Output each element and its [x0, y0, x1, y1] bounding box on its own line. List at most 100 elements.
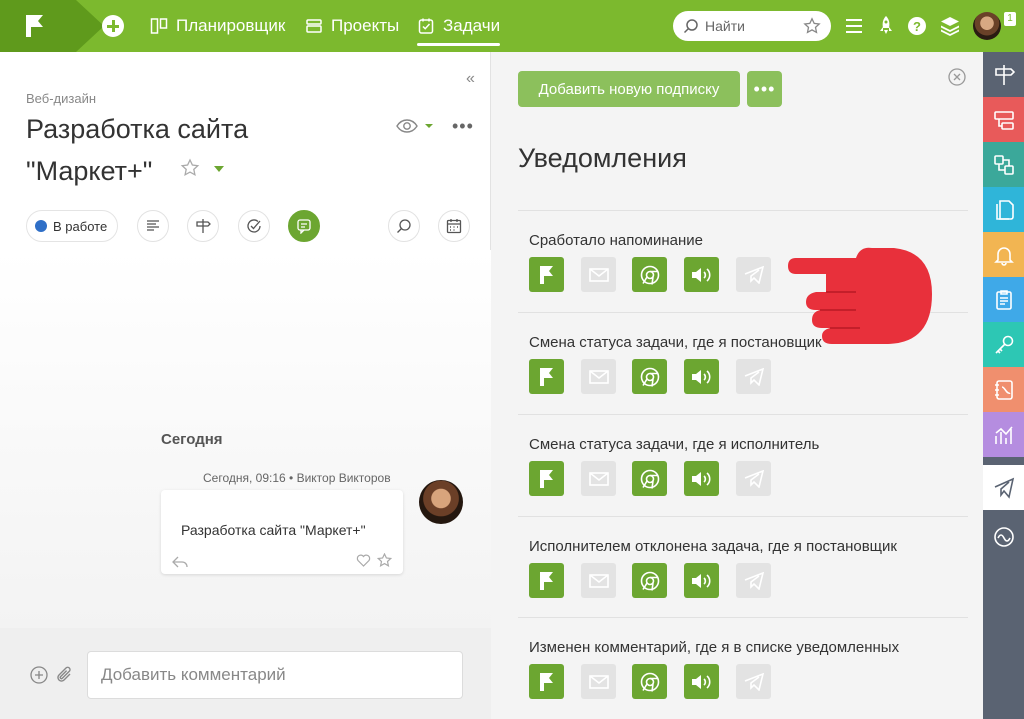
notification-row-label: Сработало напоминание: [529, 232, 704, 249]
channel-app-toggle[interactable]: [529, 461, 564, 496]
comment-input[interactable]: [87, 651, 463, 699]
watch-toggle[interactable]: [396, 117, 436, 135]
rail-checklist[interactable]: [983, 277, 1024, 322]
subscription-more-button[interactable]: •••: [747, 71, 782, 107]
notification-row-label: Смена статуса задачи, где я постановщик: [529, 334, 822, 351]
channel-browser-toggle[interactable]: [632, 257, 667, 292]
logo[interactable]: [0, 0, 104, 52]
layers-icon[interactable]: [940, 15, 960, 37]
add-attachment-icon[interactable]: [30, 666, 48, 684]
key-icon: [994, 335, 1013, 354]
rocket-icon[interactable]: [878, 15, 894, 37]
collapse-panel-icon[interactable]: «: [466, 70, 475, 88]
tasks-icon: [418, 18, 434, 34]
channel-email-toggle[interactable]: [581, 461, 616, 496]
status-dot: [35, 220, 47, 232]
channel-app-toggle[interactable]: [529, 563, 564, 598]
message-author[interactable]: Виктор Викторов: [297, 471, 391, 485]
channel-sound-toggle[interactable]: [684, 257, 719, 292]
speaker-icon: [691, 369, 711, 384]
channel-sound-toggle[interactable]: [684, 359, 719, 394]
channel-email-toggle[interactable]: [581, 257, 616, 292]
check-circle-icon: [247, 219, 261, 233]
channel-browser-toggle[interactable]: [632, 563, 667, 598]
calendar-button[interactable]: [438, 210, 470, 242]
channel-sound-toggle[interactable]: [684, 664, 719, 699]
nav-planner[interactable]: Планировщик: [150, 0, 285, 52]
add-subscription-button[interactable]: Добавить новую подписку: [518, 71, 740, 107]
channel-email-toggle[interactable]: [581, 664, 616, 699]
flow-icon: [993, 154, 1014, 175]
channel-browser-toggle[interactable]: [632, 664, 667, 699]
star-icon[interactable]: [377, 553, 392, 568]
favorite-star-icon[interactable]: [180, 158, 200, 178]
reply-icon[interactable]: [172, 556, 188, 568]
telegram-icon: [744, 571, 764, 590]
paperclip-icon[interactable]: [56, 665, 74, 685]
milestone-button[interactable]: [187, 210, 219, 242]
like-heart-icon[interactable]: [356, 554, 371, 567]
channel-telegram-toggle[interactable]: [736, 461, 771, 496]
channel-telegram-toggle[interactable]: [736, 257, 771, 292]
channel-telegram-toggle[interactable]: [736, 359, 771, 394]
help-icon[interactable]: ?: [907, 15, 927, 37]
add-button[interactable]: [102, 15, 124, 37]
flag-icon: [539, 571, 553, 590]
rail-milestones[interactable]: [983, 52, 1024, 97]
flag-icon: [539, 469, 553, 488]
comments-button[interactable]: [288, 210, 320, 242]
channel-app-toggle[interactable]: [529, 664, 564, 699]
rail-analytics[interactable]: [983, 412, 1024, 457]
envelope-icon: [588, 267, 609, 282]
nav-projects[interactable]: Проекты: [305, 0, 399, 52]
channel-browser-toggle[interactable]: [632, 359, 667, 394]
notifications-title: Уведомления: [518, 143, 687, 173]
rail-subscriptions[interactable]: [983, 465, 1024, 510]
rail-access[interactable]: [983, 322, 1024, 367]
task-more-icon[interactable]: •••: [452, 116, 474, 137]
favorites-star-icon[interactable]: [803, 17, 821, 35]
rail-contacts[interactable]: [983, 367, 1024, 412]
checklist-button[interactable]: [238, 210, 270, 242]
status-chip[interactable]: В работе: [26, 210, 119, 242]
channel-sound-toggle[interactable]: [684, 461, 719, 496]
channel-app-toggle[interactable]: [529, 257, 564, 292]
notification-row: Смена статуса задачи, где я исполнитель: [518, 414, 968, 516]
message-time: Сегодня, 09:16: [203, 471, 286, 485]
clipboard-icon: [995, 289, 1012, 310]
search-button[interactable]: [388, 210, 420, 242]
flag-logo-icon: [26, 15, 43, 37]
close-icon[interactable]: [948, 68, 966, 86]
menu-icon[interactable]: [845, 15, 863, 37]
feed-day-label: Сегодня: [161, 431, 223, 448]
rail-reminders[interactable]: [983, 232, 1024, 277]
channel-telegram-toggle[interactable]: [736, 563, 771, 598]
channel-sound-toggle[interactable]: [684, 563, 719, 598]
task-title: Разработка сайта "Маркет+": [26, 114, 249, 186]
rail-documents[interactable]: [983, 187, 1024, 232]
channel-email-toggle[interactable]: [581, 563, 616, 598]
rail-flow[interactable]: [983, 142, 1024, 187]
channel-email-toggle[interactable]: [581, 359, 616, 394]
description-button[interactable]: [137, 210, 169, 242]
caret-down-icon[interactable]: [214, 166, 224, 172]
breadcrumb[interactable]: Веб-дизайн: [26, 91, 96, 106]
channel-telegram-toggle[interactable]: [736, 664, 771, 699]
signpost-icon: [196, 219, 211, 233]
rail-structure[interactable]: [983, 97, 1024, 142]
author-avatar[interactable]: [419, 480, 463, 524]
nav-tasks[interactable]: Задачи: [417, 0, 501, 52]
calendar-icon: [446, 219, 462, 234]
channel-browser-toggle[interactable]: [632, 461, 667, 496]
channel-app-toggle[interactable]: [529, 359, 564, 394]
message-text: Разработка сайта "Маркет+": [181, 522, 366, 538]
rail-activity[interactable]: [983, 514, 1024, 559]
search-box[interactable]: Найти: [673, 11, 831, 41]
speaker-icon: [691, 573, 711, 588]
speaker-icon: [691, 674, 711, 689]
chrome-icon: [640, 571, 659, 591]
search-icon: [683, 19, 698, 34]
user-avatar[interactable]: [973, 12, 1001, 40]
top-bar: Планировщик Проекты Задачи Найти ? 1: [0, 0, 1024, 52]
pulse-icon: [993, 526, 1014, 547]
